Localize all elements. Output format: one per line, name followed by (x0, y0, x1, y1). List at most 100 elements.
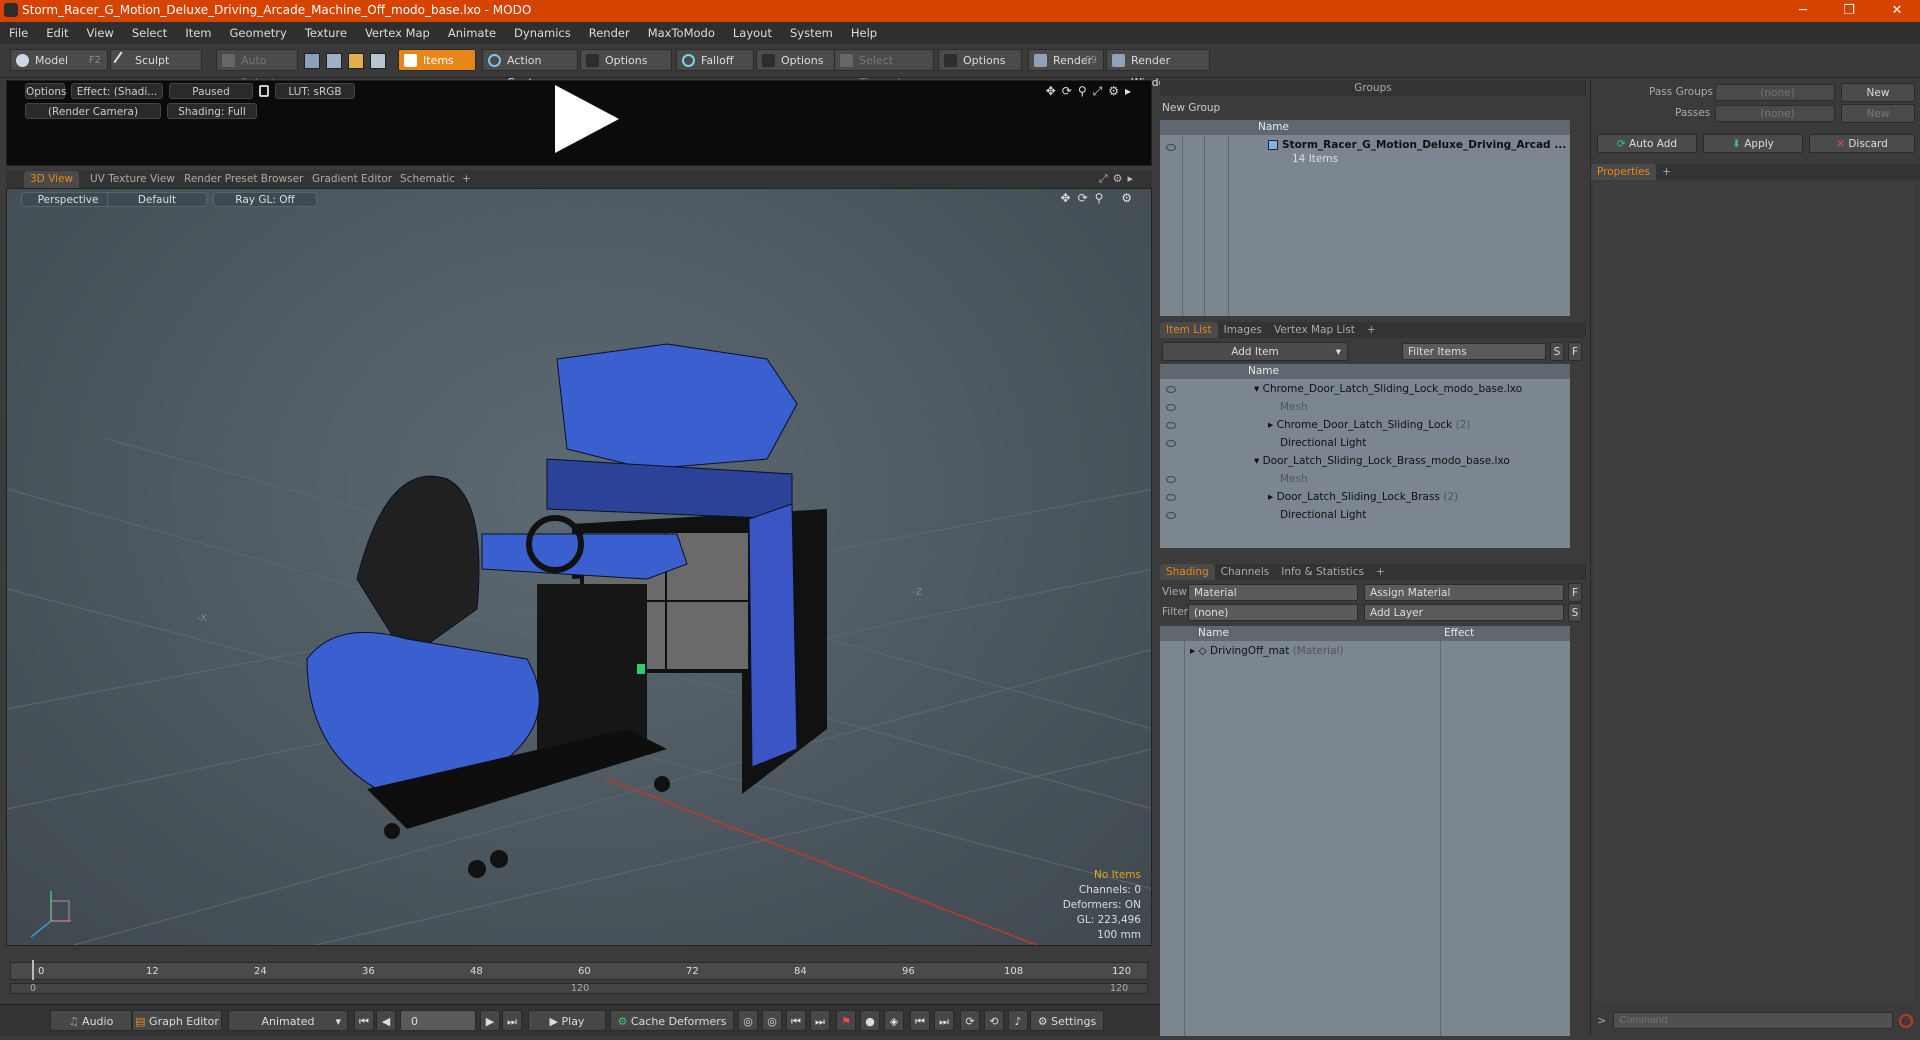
passes-dropdown[interactable]: (none) (1715, 105, 1835, 122)
action-center-button[interactable]: Action Center (482, 49, 578, 89)
new-pass-button[interactable]: New (1841, 104, 1915, 123)
add-tab-button[interactable]: + (1361, 322, 1382, 338)
tab-render-preset-browser[interactable]: Render Preset Browser (178, 171, 309, 188)
frame-input[interactable]: 0 (400, 1010, 476, 1031)
menu-layout[interactable]: Layout (724, 22, 781, 44)
select-through-button[interactable]: Select Through (834, 49, 934, 89)
tab-info-statistics[interactable]: Info & Statistics (1275, 564, 1370, 580)
menu-geometry[interactable]: Geometry (221, 22, 296, 44)
preview-shading-dropdown[interactable]: Shading: Full (167, 103, 257, 119)
menu-view[interactable]: View (78, 22, 123, 44)
view-dropdown[interactable]: Material (1188, 584, 1358, 601)
new-group-button[interactable]: New Group (1162, 102, 1220, 114)
item-tree[interactable]: Name ▾ Chrome_Door_Latch_Sliding_Lock_mo… (1160, 364, 1570, 548)
preview-effect-dropdown[interactable]: Effect: (Shadi... (71, 83, 163, 99)
restore-button[interactable]: ❐ (1826, 0, 1872, 22)
skip-back-button[interactable]: ⏮ (910, 1010, 930, 1031)
item-row-light-1[interactable]: Directional Light (1280, 434, 1366, 452)
polygons-mode-icon[interactable] (348, 53, 364, 69)
menu-animate[interactable]: Animate (439, 22, 505, 44)
group-visibility-icon[interactable] (1166, 144, 1176, 151)
sculpt-mode-button[interactable]: Sculpt (110, 49, 202, 71)
prev-key-button[interactable]: ⏮ (786, 1010, 806, 1031)
menu-item[interactable]: Item (176, 22, 220, 44)
pass-groups-dropdown[interactable]: (none) (1715, 84, 1835, 101)
tab-vertex-map-list[interactable]: Vertex Map List (1268, 322, 1361, 338)
sync-icon[interactable]: ⟲ (984, 1010, 1004, 1031)
tab-properties[interactable]: Properties (1591, 164, 1657, 180)
model-mode-button[interactable]: Model F2 (10, 49, 108, 71)
shading-f-button[interactable]: F (1568, 583, 1582, 602)
auto-key-icon[interactable]: ⚑ (836, 1010, 856, 1031)
menu-vertex-map[interactable]: Vertex Map (356, 22, 439, 44)
filter-items-input[interactable]: Filter Items (1402, 343, 1546, 360)
timeline[interactable]: 0 12 24 36 48 60 72 84 96 108 120 0 120 … (6, 958, 1152, 998)
materials-mode-icon[interactable] (370, 53, 386, 69)
viewport-panel-controls[interactable]: ⤢⚙▸ (1099, 172, 1138, 186)
sound-icon[interactable]: ♪ (1008, 1010, 1028, 1031)
add-tab-button[interactable]: + (1370, 564, 1391, 580)
add-tab-button[interactable]: + (1656, 164, 1677, 180)
groups-list[interactable]: Name Storm_Racer_G_Motion_Deluxe_Driving… (1160, 120, 1570, 316)
auto-select-button[interactable]: Auto Select (216, 49, 298, 89)
shader-tree[interactable]: Name Effect ▸ ◇ DrivingOff_mat (Material… (1160, 626, 1570, 1036)
item-row-light-2[interactable]: Directional Light (1280, 506, 1366, 524)
falloff-button[interactable]: Falloff (676, 49, 754, 71)
cache-deformers-button[interactable]: ⚙ Cache Deformers (610, 1010, 734, 1031)
settings-button[interactable]: ⚙ Settings (1030, 1010, 1104, 1031)
tab-channels[interactable]: Channels (1215, 564, 1276, 580)
item-row-mesh-2[interactable]: Mesh (1280, 470, 1308, 488)
command-input[interactable] (1613, 1012, 1893, 1029)
key-toggle-button[interactable]: ◈ (884, 1010, 904, 1031)
falloff-options-button[interactable]: Options (756, 49, 836, 71)
visibility-icon[interactable] (1166, 404, 1176, 411)
visibility-icon[interactable] (1166, 476, 1176, 483)
visibility-icon[interactable] (1166, 494, 1176, 501)
go-to-start-button[interactable]: ⏮ (354, 1010, 374, 1031)
preview-camera-dropdown[interactable]: (Render Camera) (25, 103, 161, 119)
tab-images[interactable]: Images (1218, 322, 1268, 338)
skip-forward-button[interactable]: ⏭ (934, 1010, 954, 1031)
menu-select[interactable]: Select (123, 22, 176, 44)
tab-gradient-editor[interactable]: Gradient Editor (306, 171, 398, 188)
go-to-end-button[interactable]: ⏭ (502, 1010, 522, 1031)
next-key-button[interactable]: ⏭ (810, 1010, 830, 1031)
menu-system[interactable]: System (781, 22, 842, 44)
add-item-dropdown[interactable]: Add Item ▾ (1162, 342, 1348, 361)
menu-dynamics[interactable]: Dynamics (505, 22, 580, 44)
loop-icon[interactable]: ⟳ (960, 1010, 980, 1031)
menu-texture[interactable]: Texture (296, 22, 356, 44)
vertices-mode-icon[interactable] (304, 53, 320, 69)
menu-help[interactable]: Help (842, 22, 886, 44)
apply-button[interactable]: ⬇ Apply (1703, 134, 1803, 153)
assign-material-button[interactable]: Assign Material (1364, 584, 1564, 601)
lock-icon[interactable] (259, 85, 269, 97)
3d-viewport[interactable]: Perspective Default Ray GL: Off ✥⟳⚲ ⚙ -X… (6, 188, 1152, 946)
tab-shading[interactable]: Shading (1160, 564, 1215, 580)
visibility-icon[interactable] (1166, 440, 1176, 447)
menu-edit[interactable]: Edit (37, 22, 77, 44)
play-preview-icon[interactable] (555, 85, 619, 153)
preview-nav-icons[interactable]: ✥⟳⚲⤢⚙▸ (1046, 84, 1137, 99)
close-button[interactable]: ✕ (1874, 0, 1920, 22)
tab-item-list[interactable]: Item List (1160, 322, 1218, 338)
new-pass-group-button[interactable]: New (1841, 83, 1915, 102)
record-button[interactable]: ● (860, 1010, 880, 1031)
filter-s-button[interactable]: S (1550, 342, 1564, 361)
menu-render[interactable]: Render (580, 22, 639, 44)
add-layer-dropdown[interactable]: Add Layer (1364, 604, 1564, 621)
next-frame-button[interactable]: ▶ (480, 1010, 500, 1031)
visibility-icon[interactable] (1166, 422, 1176, 429)
preview-options-button[interactable]: Options (25, 83, 67, 99)
auto-add-button[interactable]: ⟳ Auto Add (1597, 134, 1697, 153)
item-row-scene-2[interactable]: ▾ Door_Latch_Sliding_Lock_Brass_modo_bas… (1254, 452, 1510, 470)
filter-f-button[interactable]: F (1568, 342, 1582, 361)
key-icon-1[interactable]: ◎ (738, 1010, 758, 1031)
preview-paused-toggle[interactable]: Paused (169, 83, 253, 99)
visibility-icon[interactable] (1166, 386, 1176, 393)
audio-button[interactable]: ♫ Audio (50, 1010, 132, 1031)
animated-dropdown[interactable]: Animated ▾ (228, 1010, 348, 1031)
tab-uv-texture-view[interactable]: UV Texture View (84, 171, 181, 188)
item-row-brass-lock[interactable]: ▸ Door_Latch_Sliding_Lock_Brass (2) (1268, 488, 1458, 506)
material-row[interactable]: ▸ ◇ DrivingOff_mat (Material) (1190, 642, 1344, 660)
